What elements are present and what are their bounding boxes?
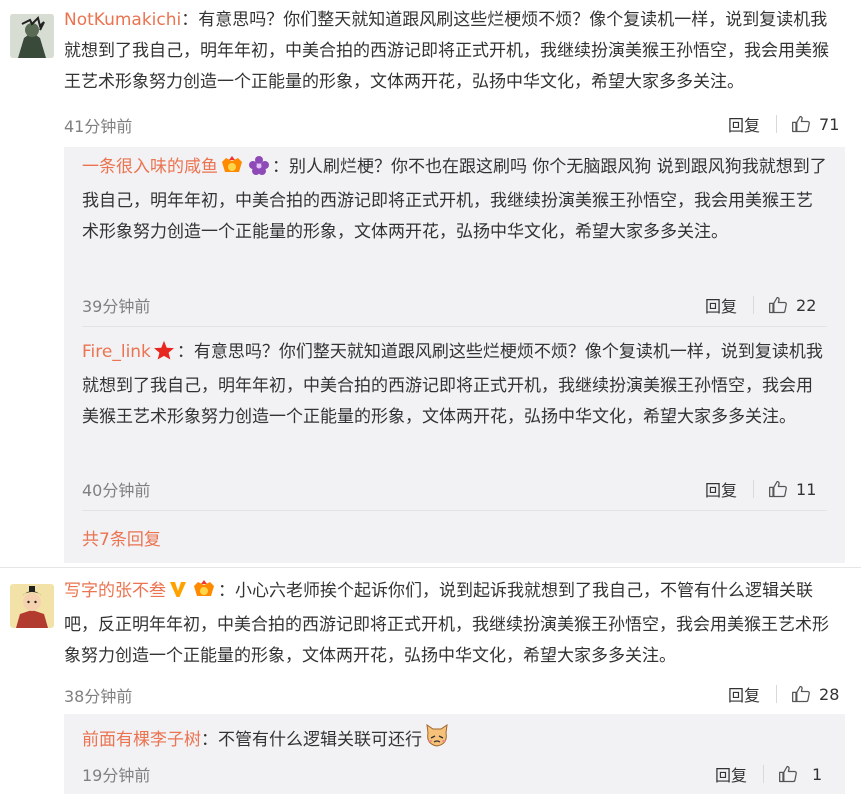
reply-text: 一条很入味的咸鱼 ：别人刷烂梗？你不也在跟这刷吗 你个无脑跟风狗 说到跟风狗我就想…	[82, 152, 827, 248]
avatar[interactable]	[10, 584, 54, 628]
reply-actions: 回复 1	[715, 762, 822, 786]
comment-actions: 回复 28	[728, 682, 839, 706]
reply-item: Fire_link ：有意思吗？你们整天就知道跟风刷这些烂梗烦不烦？像个复读机一样…	[82, 337, 827, 507]
divider	[82, 326, 827, 327]
comment: 写字的张不叁 ：小心六老师挨个起诉你们，说到起诉我就想到了我自己，不管有什么逻辑关…	[0, 576, 861, 809]
like-count: 22	[796, 295, 817, 315]
divider	[753, 296, 755, 314]
reply-button[interactable]: 回复	[705, 293, 737, 317]
reply-text: 前面有棵李子树：不管有什么逻辑关联可还行	[82, 723, 827, 759]
thumbs-up-icon[interactable]	[778, 764, 798, 784]
reply-item: 前面有棵李子树：不管有什么逻辑关联可还行 19分钟前 回复 1	[82, 714, 827, 794]
like-count: 71	[819, 114, 840, 134]
more-replies-link[interactable]: 共7条回复	[82, 525, 161, 550]
divider	[753, 480, 755, 498]
timestamp: 39分钟前	[82, 297, 151, 316]
timestamp: 19分钟前	[82, 766, 151, 785]
divider	[776, 115, 778, 133]
username[interactable]: 一条很入味的咸鱼	[82, 157, 218, 177]
reply-actions: 回复 11	[705, 477, 816, 501]
divider	[776, 685, 778, 703]
username[interactable]: NotKumakichi	[64, 10, 181, 30]
purple-flower-icon	[248, 155, 270, 186]
reply-list: 前面有棵李子树：不管有什么逻辑关联可还行 19分钟前 回复 1	[64, 714, 845, 794]
reply-button[interactable]: 回复	[728, 112, 760, 136]
orange-v-icon	[168, 579, 188, 610]
thumbs-up-icon[interactable]	[768, 295, 788, 315]
vip-badge-icon	[220, 155, 244, 186]
thumbs-up-icon[interactable]	[791, 684, 811, 704]
comment-text: 写字的张不叁 ：小心六老师挨个起诉你们，说到起诉我就想到了我自己，不管有什么逻辑关…	[64, 576, 844, 672]
comment-text: NotKumakichi：有意思吗？你们整天就知道跟风刷这些烂梗烦不烦？像个复读…	[64, 5, 844, 98]
timestamp: 38分钟前	[64, 687, 133, 706]
reply-text: Fire_link ：有意思吗？你们整天就知道跟风刷这些烂梗烦不烦？像个复读机一样…	[82, 337, 827, 433]
divider	[763, 765, 765, 783]
thumbs-up-icon[interactable]	[791, 114, 811, 134]
reply-button[interactable]: 回复	[715, 762, 747, 786]
avatar[interactable]	[10, 14, 54, 58]
reply-body: ：有意思吗？你们整天就知道跟风刷这些烂梗烦不烦？像个复读机一样，说到复读机我就想…	[82, 342, 823, 427]
comment-actions: 回复 71	[728, 112, 839, 136]
reply-button[interactable]: 回复	[705, 477, 737, 501]
reply-button[interactable]: 回复	[728, 682, 760, 706]
vip-badge-icon	[192, 579, 216, 610]
reply-list: 一条很入味的咸鱼 ：别人刷烂梗？你不也在跟这刷吗 你个无脑跟风狗 说到跟风狗我就想…	[64, 147, 845, 563]
reply-item: 一条很入味的咸鱼 ：别人刷烂梗？你不也在跟这刷吗 你个无脑跟风狗 说到跟风狗我就想…	[82, 147, 827, 317]
red-star-icon	[153, 340, 175, 371]
cat-emoji-icon	[424, 723, 450, 759]
divider	[82, 510, 827, 511]
reply-actions: 回复 22	[705, 293, 816, 317]
username[interactable]: 写字的张不叁	[64, 581, 166, 601]
timestamp: 41分钟前	[64, 117, 133, 136]
thumbs-up-icon[interactable]	[768, 479, 788, 499]
reply-body: ：不管有什么逻辑关联可还行	[201, 730, 422, 750]
comment-separator	[0, 567, 861, 568]
username[interactable]: Fire_link	[82, 342, 151, 362]
username[interactable]: 前面有棵李子树	[82, 730, 201, 750]
timestamp: 40分钟前	[82, 481, 151, 500]
like-count: 28	[819, 684, 840, 704]
like-count: 11	[796, 479, 817, 499]
like-count: 1	[812, 764, 823, 784]
